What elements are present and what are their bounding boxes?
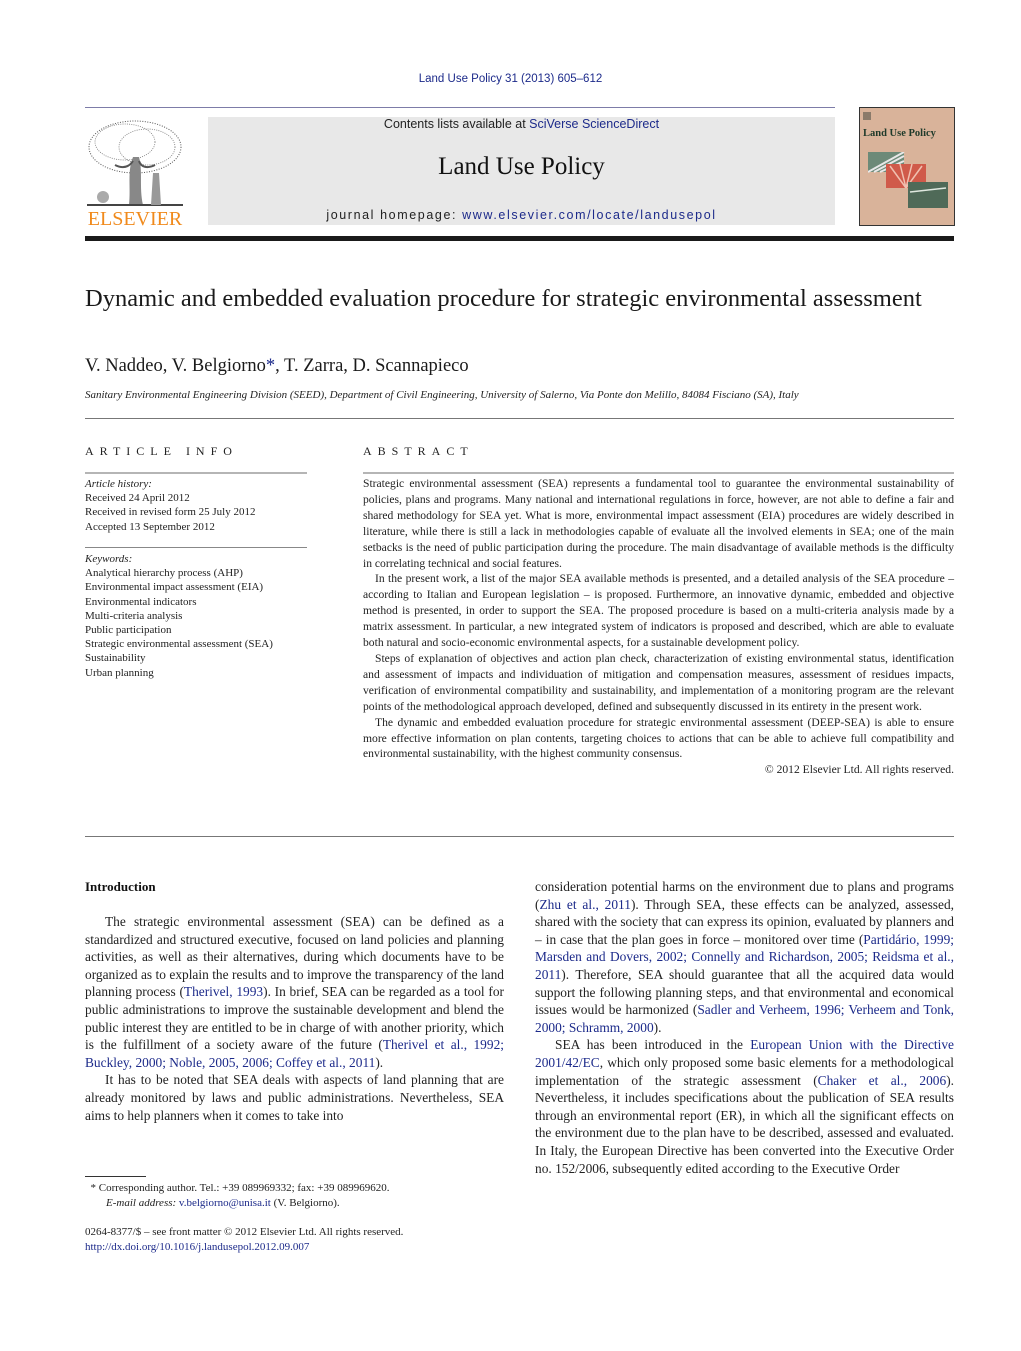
journal-title: Land Use Policy (438, 153, 605, 180)
cover-images-icon (868, 152, 948, 208)
affiliation: Sanitary Environmental Engineering Divis… (85, 389, 799, 401)
keyword-item: Sustainability (85, 652, 146, 665)
body-paragraph: The strategic environmental assessment (… (85, 913, 504, 1071)
article-title: Dynamic and embedded evaluation procedur… (85, 285, 922, 312)
text: ). (653, 1019, 662, 1035)
homepage-link[interactable]: www.elsevier.com/locate/landusepol (462, 208, 717, 222)
front-matter: 0264-8377/$ – see front matter © 2012 El… (85, 1225, 403, 1255)
abstract-paragraph: Steps of explanation of objectives and a… (363, 651, 954, 713)
citation-link[interactable]: Zhu et al., 2011 (539, 897, 630, 912)
history-item: Received 24 April 2012 (85, 492, 190, 505)
corresponding-author-note: * Corresponding author. Tel.: +39 089969… (85, 1181, 390, 1196)
body-paragraph: consideration potential harms on the env… (535, 878, 954, 1036)
keywords: Keywords: Analytical hierarchy process (… (85, 552, 315, 680)
keyword-item: Public participation (85, 624, 172, 637)
email-owner: (V. Belgiorno). (273, 1197, 340, 1209)
author-list: V. Naddeo, V. Belgiorno*, T. Zarra, D. S… (85, 356, 469, 377)
contents-prefix: Contents lists available at (383, 117, 530, 131)
journal-cover-thumbnail[interactable]: Land Use Policy (859, 107, 955, 226)
homepage-line: journal homepage: www.elsevier.com/locat… (208, 208, 835, 222)
corresponding-author-marker[interactable]: * (266, 356, 275, 376)
body-column-right: consideration potential harms on the env… (535, 878, 954, 1177)
abstract-copyright: © 2012 Elsevier Ltd. All rights reserved… (764, 763, 954, 777)
header-thick-rule (85, 236, 954, 241)
article-info-rule (85, 472, 307, 474)
corresponding-text: Corresponding author. Tel.: +39 08996933… (98, 1182, 390, 1194)
abstract-heading: ABSTRACT (363, 444, 474, 458)
keyword-item: Analytical hierarchy process (AHP) (85, 567, 243, 580)
keywords-label: Keywords: (85, 553, 133, 565)
cover-logo-icon (863, 112, 871, 120)
doi-link[interactable]: http://dx.doi.org/10.1016/j.landusepol.2… (85, 1241, 309, 1253)
abstract-rule (363, 472, 954, 474)
elsevier-wordmark: ELSEVIER (87, 208, 183, 230)
email-note: E-mail address: v.belgiorno@unisa.it (V.… (85, 1196, 389, 1211)
body-paragraph: SEA has been introduced in the European … (535, 1036, 954, 1177)
journal-reference[interactable]: Land Use Policy 31 (2013) 605–612 (0, 73, 1021, 85)
text: SEA has been introduced in the (555, 1037, 751, 1053)
keyword-item: Urban planning (85, 666, 154, 679)
elsevier-logo: ELSEVIER (85, 117, 185, 230)
email-label: E-mail address: (106, 1197, 177, 1209)
authors-first: V. Naddeo, V. Belgiorno (85, 356, 266, 376)
article-info-heading: ARTICLE INFO (85, 444, 238, 458)
footnote-star: * (90, 1182, 97, 1194)
divider-rule (85, 836, 954, 837)
text: ). (375, 1054, 384, 1070)
keyword-item: Environmental indicators (85, 595, 197, 608)
keyword-item: Strategic environmental assessment (SEA) (85, 638, 273, 651)
citation-link[interactable]: Chaker et al., 2006 (818, 1073, 947, 1088)
divider-rule (85, 418, 954, 419)
sciencedirect-link[interactable]: SciVerse ScienceDirect (529, 117, 659, 131)
body-paragraph: It has to be noted that SEA deals with a… (85, 1072, 504, 1123)
header-top-rule (85, 107, 835, 108)
history-item: Received in revised form 25 July 2012 (85, 506, 256, 519)
contents-line: Contents lists available at SciVerse Sci… (208, 117, 835, 131)
abstract-paragraph: In the present work, a list of the major… (363, 572, 954, 650)
cover-title: Land Use Policy (863, 128, 936, 139)
history-item: Accepted 13 September 2012 (85, 520, 215, 533)
keyword-item: Environmental impact assessment (EIA) (85, 581, 264, 594)
keywords-rule (85, 547, 307, 548)
citation-link[interactable]: Therivel, 1993 (184, 984, 263, 999)
article-history: Article history: Received 24 April 2012 … (85, 477, 315, 534)
footnote: * Corresponding author. Tel.: +39 089969… (85, 1181, 390, 1211)
homepage-prefix: journal homepage: (326, 208, 463, 222)
email-link[interactable]: v.belgiorno@unisa.it (179, 1197, 271, 1209)
section-heading-introduction: Introduction (85, 879, 156, 894)
abstract-paragraph: The dynamic and embedded evaluation proc… (363, 715, 954, 761)
keyword-item: Multi-criteria analysis (85, 609, 183, 622)
journal-banner: Contents lists available at SciVerse Sci… (208, 117, 835, 225)
history-label: Article history: (85, 478, 152, 490)
issn-line: 0264-8377/$ – see front matter © 2012 El… (85, 1226, 404, 1238)
abstract-paragraph: Strategic environmental assessment (SEA)… (363, 477, 954, 570)
authors-rest: , T. Zarra, D. Scannapieco (275, 356, 469, 376)
elsevier-tree-icon (87, 120, 183, 206)
body-column-left: The strategic environmental assessment (… (85, 913, 504, 1124)
footnote-rule (85, 1176, 146, 1177)
abstract-body: Strategic environmental assessment (SEA)… (363, 476, 954, 778)
